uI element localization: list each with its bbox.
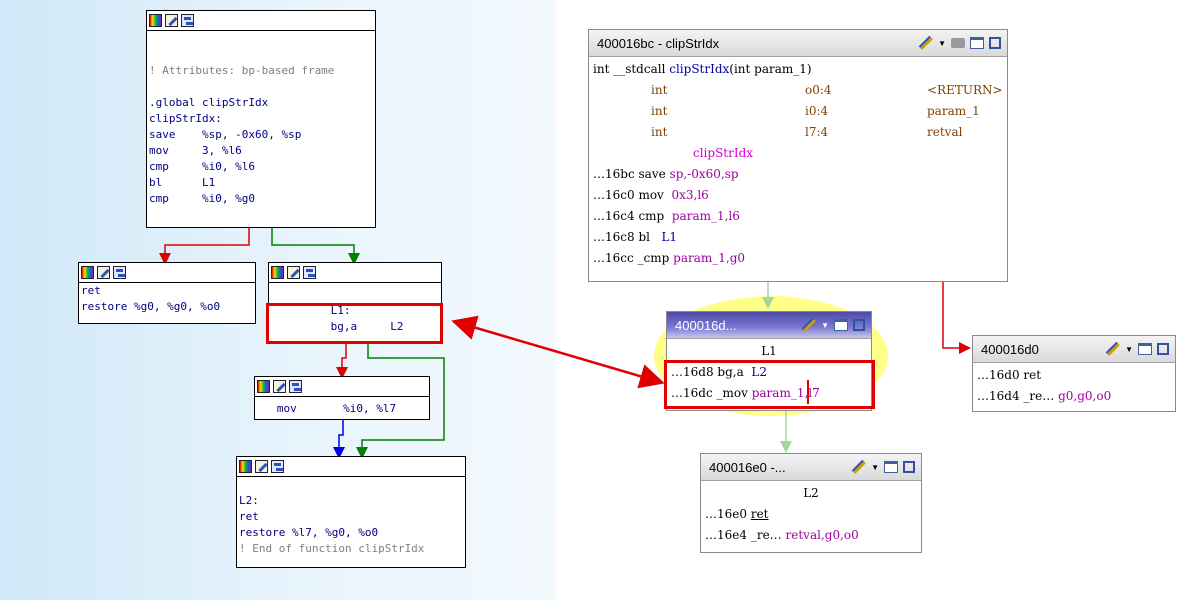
edge-main-to-l1: [271, 228, 360, 265]
node-toolbar: [79, 263, 255, 283]
edge-mov-to-l2: [333, 420, 345, 459]
dropdown-arrow-icon[interactable]: ▼: [871, 463, 879, 472]
ida-node-l2[interactable]: L2: ret restore %l7, %g0, %o0 ! End of f…: [236, 456, 466, 568]
edit-pencil-icon[interactable]: [1106, 342, 1120, 356]
edge-l1-to-mov: [336, 342, 348, 379]
node-toolbar: [255, 377, 429, 397]
edge-main-to-ret: [159, 228, 250, 265]
dropdown-arrow-icon[interactable]: ▼: [1125, 345, 1133, 354]
color-palette-icon[interactable]: [81, 266, 94, 279]
instr-row[interactable]: …16bc save sp,-0x60,sp: [593, 164, 1003, 185]
window-icon[interactable]: [884, 461, 898, 473]
block-label: L2: [803, 486, 819, 500]
window-icon[interactable]: [1138, 343, 1152, 355]
ida-l2-code: L2: ret restore %l7, %g0, %o0 ! End of f…: [239, 494, 425, 555]
color-palette-icon[interactable]: [239, 460, 252, 473]
function-signature: int __stdcall clipStrIdx(int param_1): [593, 62, 812, 76]
ghidra-block-titlebar[interactable]: 400016d0 ▼: [973, 336, 1175, 363]
ida-ret-code: ret restore %g0, %g0, %o0: [81, 284, 221, 313]
block-title: 400016d...: [675, 317, 737, 333]
ghidra-block-l2[interactable]: 400016e0 -... ▼ L2 …16e0 ret …16e4 _re… …: [700, 453, 922, 553]
ghidra-block-main[interactable]: 400016bc - clipStrIdx ▼ int __stdcall cl…: [588, 29, 1008, 282]
ghidra-highlight-box: [664, 360, 875, 409]
block-title: 400016bc - clipStrIdx: [597, 35, 720, 51]
comparison-arrow: [451, 315, 665, 389]
window-icon[interactable]: [834, 319, 848, 331]
ida-mov-code: mov %i0, %l7: [257, 402, 397, 415]
var-row: int l7:4 retval: [651, 125, 963, 139]
snapshot-icon[interactable]: [951, 38, 965, 48]
graph-icon[interactable]: [271, 460, 284, 473]
ida-node-entry[interactable]: ! Attributes: bp-based frame .global cli…: [146, 10, 376, 228]
function-label: clipStrIdx: [693, 146, 754, 160]
instr-row[interactable]: …16c8 bl L1: [593, 227, 1003, 248]
edit-pencil-icon[interactable]: [97, 266, 110, 279]
instr-row[interactable]: …16d4 _re… g0,g0,o0: [977, 386, 1171, 407]
instr-row[interactable]: …16d0 ret: [977, 365, 1171, 386]
edit-pencil-icon[interactable]: [287, 266, 300, 279]
color-palette-icon[interactable]: [149, 14, 162, 27]
instr-row[interactable]: …16cc _cmp param_1,g0: [593, 248, 1003, 269]
maximize-icon[interactable]: [989, 37, 1001, 49]
node-toolbar: [269, 263, 441, 283]
graph-icon[interactable]: [289, 380, 302, 393]
maximize-icon[interactable]: [1157, 343, 1169, 355]
ida-node-ret[interactable]: ret restore %g0, %g0, %o0: [78, 262, 256, 324]
color-palette-icon[interactable]: [271, 266, 284, 279]
edit-pencil-icon[interactable]: [852, 460, 866, 474]
ghidra-block-ret[interactable]: 400016d0 ▼ …16d0 ret …16d4 _re… g0,g0,o0: [972, 335, 1176, 412]
color-palette-icon[interactable]: [257, 380, 270, 393]
ida-entry-code: ! Attributes: bp-based frame .global cli…: [149, 64, 335, 205]
edit-pencil-icon[interactable]: [919, 36, 933, 50]
graph-icon[interactable]: [303, 266, 316, 279]
dropdown-arrow-icon[interactable]: ▼: [821, 321, 829, 330]
ghidra-listing[interactable]: L2 …16e0 ret …16e4 _re… retval,g0,o0: [701, 481, 921, 548]
block-title: 400016d0: [981, 341, 1039, 357]
edge-g-main-to-ret: [942, 282, 971, 354]
edit-pencil-icon[interactable]: [273, 380, 286, 393]
instr-row[interactable]: …16e4 _re… retval,g0,o0: [705, 525, 917, 546]
maximize-icon[interactable]: [903, 461, 915, 473]
edit-pencil-icon[interactable]: [255, 460, 268, 473]
graph-icon[interactable]: [113, 266, 126, 279]
ghidra-listing[interactable]: …16d0 ret …16d4 _re… g0,g0,o0: [973, 363, 1175, 409]
ida-highlight-box: [266, 303, 443, 344]
block-title: 400016e0 -...: [709, 459, 786, 475]
instr-row[interactable]: …16c4 cmp param_1,l6: [593, 206, 1003, 227]
node-toolbar: [237, 457, 465, 477]
instr-row[interactable]: …16e0 ret: [705, 504, 917, 525]
node-toolbar: [147, 11, 375, 31]
dropdown-arrow-icon[interactable]: ▼: [938, 39, 946, 48]
instr-row[interactable]: …16c0 mov 0x3,l6: [593, 185, 1003, 206]
window-icon[interactable]: [970, 37, 984, 49]
maximize-icon[interactable]: [853, 319, 865, 331]
ida-node-mov[interactable]: mov %i0, %l7: [254, 376, 430, 420]
var-row: int o0:4 <RETURN>: [651, 83, 1003, 97]
var-row: int i0:4 param_1: [651, 104, 980, 118]
block-label: L1: [761, 344, 777, 358]
text-cursor: [807, 380, 809, 404]
ghidra-listing[interactable]: int __stdcall clipStrIdx(int param_1) in…: [589, 57, 1007, 271]
ghidra-block-titlebar[interactable]: 400016bc - clipStrIdx ▼: [589, 30, 1007, 57]
graph-icon[interactable]: [181, 14, 194, 27]
ghidra-block-titlebar[interactable]: 400016e0 -... ▼: [701, 454, 921, 481]
edit-pencil-icon[interactable]: [802, 318, 816, 332]
edit-pencil-icon[interactable]: [165, 14, 178, 27]
ghidra-block-titlebar[interactable]: 400016d... ▼: [667, 312, 871, 339]
